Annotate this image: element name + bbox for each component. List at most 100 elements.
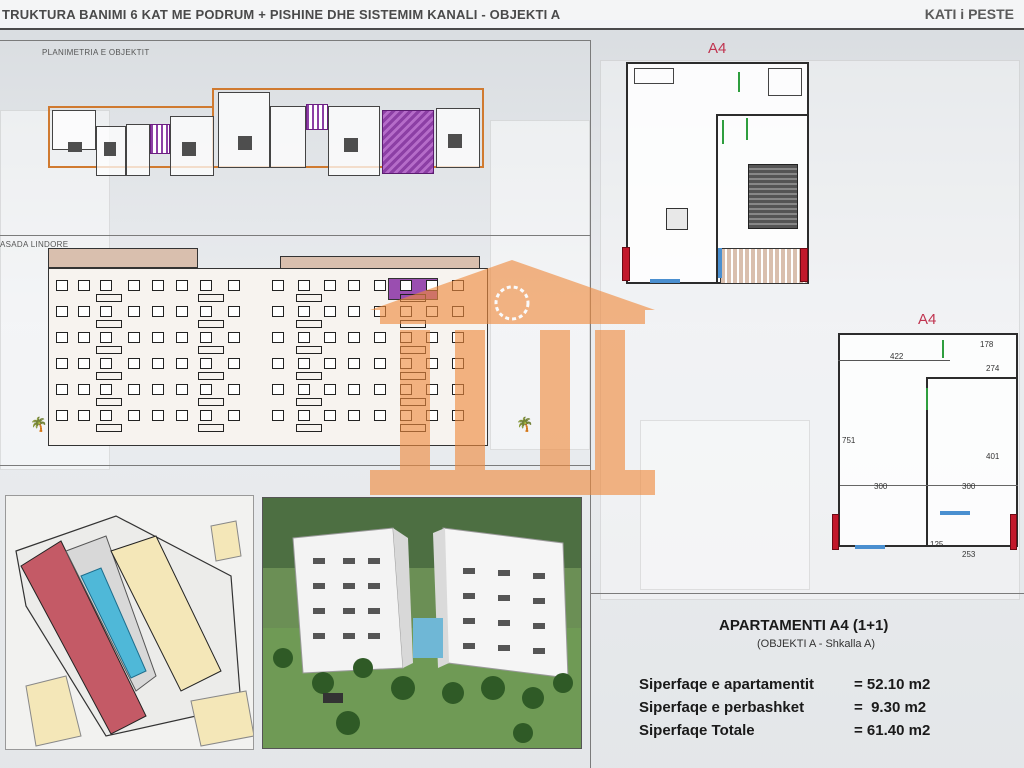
area-row: Siperfaqe Totale = 61.40 m2 [639,722,974,739]
facade-window [128,410,140,421]
facade-window [152,306,164,317]
bathroom [768,68,802,96]
area-row: Siperfaqe e apartamentit = 52.10 m2 [639,676,974,693]
furniture [344,138,358,152]
plan-a4-label-top: A4 [708,40,727,57]
facade-window [228,332,240,343]
area-row: Siperfaqe e perbashket = 9.30 m2 [639,699,974,716]
facade-window [100,358,112,369]
facade-window [78,384,90,395]
facade-window [100,410,112,421]
facade-window [152,410,164,421]
plan-wall [716,114,809,116]
stair-core [150,124,170,154]
facade-window [324,280,336,291]
furniture [238,136,252,150]
furniture [182,142,196,156]
palm-icon: 🌴 [30,416,48,432]
facade-window [176,410,188,421]
facade-window [176,332,188,343]
highlighted-apartment-a4 [382,110,434,174]
window-marker [622,247,630,281]
facade-window [272,358,284,369]
door-icon [738,72,740,92]
facade-window [56,306,68,317]
facade-window [128,280,140,291]
dimension-422: 422 [890,352,904,361]
facade-window [78,410,90,421]
facade-window [56,384,68,395]
facade-window [348,306,360,317]
balcony-railing [198,346,224,354]
facade-window [176,306,188,317]
plan-room [218,92,270,168]
building-render-image [262,497,582,749]
facade-window [176,358,188,369]
facade-window [200,306,212,317]
facade-window [272,410,284,421]
facade-window [348,358,360,369]
watermark-logo-icon [370,260,655,495]
facade-window [324,410,336,421]
balcony-railing [96,346,122,354]
balcony-railing [296,294,322,302]
balcony-railing [198,294,224,302]
balcony-railing [96,294,122,302]
facade-window [100,332,112,343]
facade-window [200,280,212,291]
plan-room [126,124,150,176]
page-title: TRUKTURA BANIMI 6 KAT ME PODRUM + PISHIN… [2,6,561,22]
apartment-title: APARTAMENTI A4 (1+1) [719,617,889,634]
dimension-300-right: 300 [962,482,976,491]
facade-window [228,384,240,395]
facade-window [128,358,140,369]
facade-window [324,332,336,343]
furniture [448,134,462,148]
dimension-178: 178 [980,340,994,349]
facade-window [298,410,310,421]
kitchen-counter [634,68,674,84]
balcony-railing [296,346,322,354]
balcony-railing [96,398,122,406]
render-drawing [263,498,581,748]
balcony-railing [296,424,322,432]
dimension-125: 125 [930,540,944,549]
facade-window [176,384,188,395]
balcony-railing [198,398,224,406]
facade-window [228,280,240,291]
facade-roof [48,248,198,268]
stair-core [306,104,328,130]
area-label: Siperfaqe e perbashket [639,699,805,716]
floor-plan-strip [48,86,484,178]
divider-horizontal [590,593,1024,594]
area-label: Siperfaqe Totale [639,722,755,739]
bed [748,164,798,229]
site-plan-drawing [15,515,253,747]
plan-wall [926,377,1018,379]
facade-window [298,332,310,343]
area-label: Siperfaqe e apartamentit [639,676,815,693]
floor-label: KATI i PESTE [924,6,1014,22]
facade-window [272,332,284,343]
dimension-751: 751 [842,436,856,445]
facade-window [200,332,212,343]
dimension-line [840,485,1018,486]
furniture [68,142,82,152]
balcony-railing [198,424,224,432]
facade-window [324,306,336,317]
window-marker [1010,514,1017,550]
facade-window [348,280,360,291]
facade-window [298,306,310,317]
balcony-railing [198,372,224,380]
window-marker [855,545,885,549]
window-marker [800,248,808,282]
facade-window [78,358,90,369]
facade-window [78,306,90,317]
door-icon [926,388,928,410]
balcony-railing [96,372,122,380]
balcony-railing [296,398,322,406]
facade-window [348,332,360,343]
facade-window [56,332,68,343]
facade-window [152,384,164,395]
facade-window [128,384,140,395]
